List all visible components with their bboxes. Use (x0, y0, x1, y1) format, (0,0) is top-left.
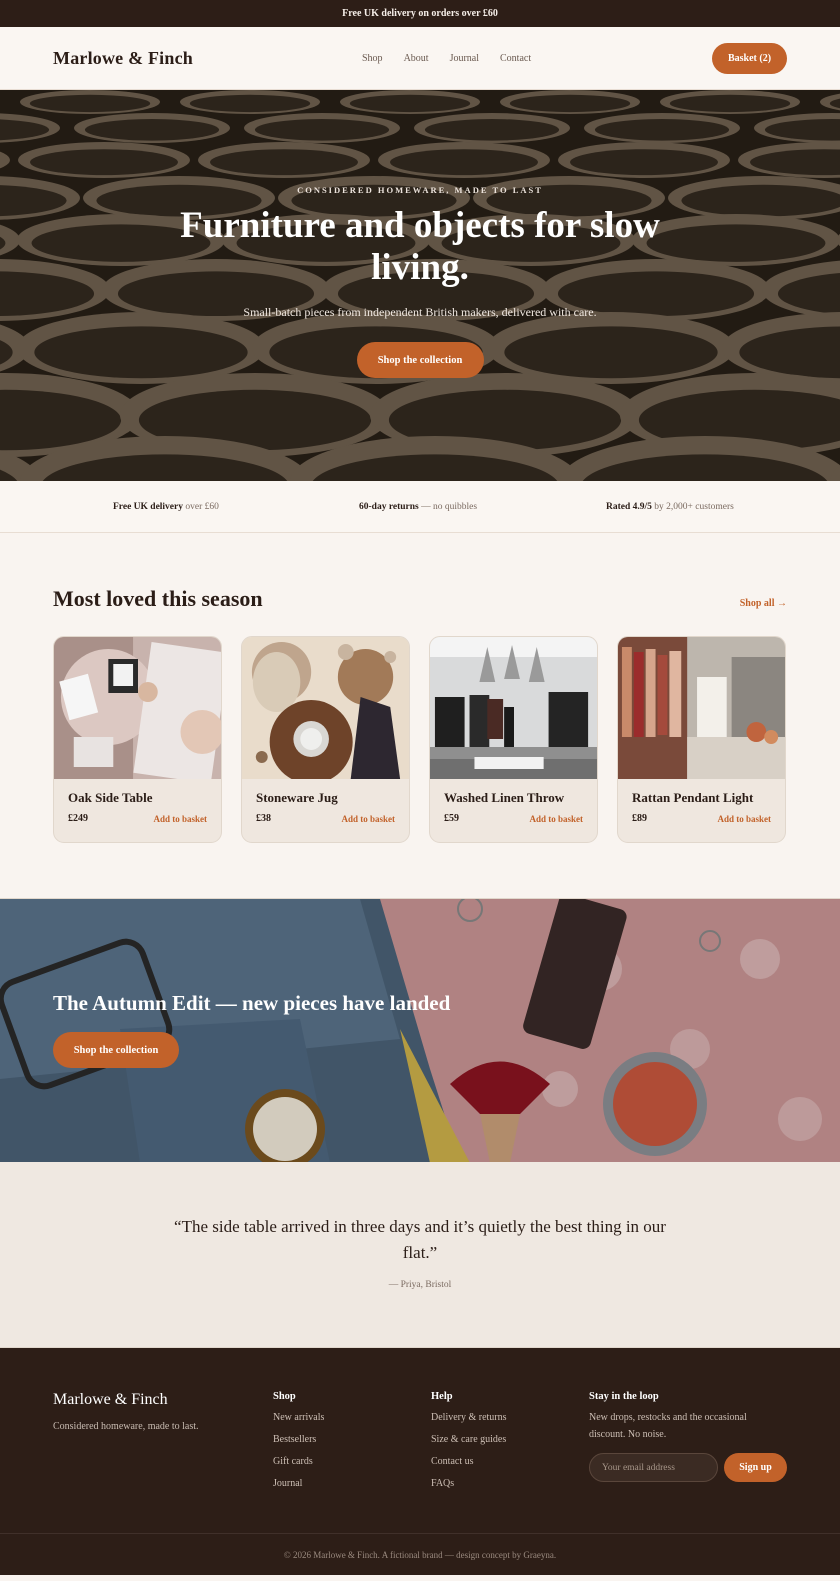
newsletter-form: Your email address Sign up (589, 1453, 787, 1482)
product-image-oak-side-table (54, 637, 221, 779)
footer-newsletter-column: Stay in the loop New drops, restocks and… (589, 1391, 787, 1482)
logo[interactable]: Marlowe & Finch (53, 48, 193, 69)
shop-all-link[interactable]: Shop all → (740, 598, 787, 609)
product-image-rattan-pendant-light (618, 637, 785, 779)
footer-link-journal[interactable]: Journal (273, 1477, 324, 1490)
product-card[interactable]: Oak Side Table £249 Add to basket (53, 636, 222, 843)
hero-title: Furniture and objects for slow living. (180, 205, 660, 288)
products-section: Most loved this season Shop all → Oak Si… (0, 533, 840, 898)
footer-shop-column: Shop New arrivals Bestsellers Gift cards… (273, 1391, 324, 1490)
announcement-text: Free UK delivery on orders over £60 (342, 8, 498, 19)
footer-link-delivery-returns[interactable]: Delivery & returns (431, 1411, 507, 1424)
nav-shop[interactable]: Shop (362, 53, 383, 64)
footer-help-column: Help Delivery & returns Size & care guid… (431, 1391, 507, 1490)
hero-content: CONSIDERED HOMEWARE, MADE TO LAST Furnit… (0, 185, 840, 378)
product-price: £89 (632, 813, 647, 824)
announcement-bar: Free UK delivery on orders over £60 (0, 0, 840, 27)
promo-cta-button[interactable]: Shop the collection (53, 1032, 179, 1068)
add-to-basket-button[interactable]: Add to basket (529, 814, 583, 824)
footer-link-contact[interactable]: Contact us (431, 1455, 507, 1468)
promo-banner: The Autumn Edit — new pieces have landed… (0, 898, 840, 1162)
footer-link-bestsellers[interactable]: Bestsellers (273, 1433, 324, 1446)
product-price: £59 (444, 813, 459, 824)
add-to-basket-button[interactable]: Add to basket (153, 814, 207, 824)
newsletter-text: New drops, restocks and the occasional d… (589, 1412, 747, 1440)
hero-cta-button[interactable]: Shop the collection (356, 342, 484, 378)
testimonial: “The side table arrived in three days an… (0, 1162, 840, 1348)
sign-up-button[interactable]: Sign up (724, 1453, 787, 1482)
nav-journal[interactable]: Journal (450, 53, 479, 64)
footer-shop-heading: Shop (273, 1391, 296, 1402)
product-name: Rattan Pendant Light (632, 790, 754, 805)
site-header: Marlowe & Finch Shop About Journal Conta… (0, 27, 840, 90)
footer-logo[interactable]: Marlowe & Finch (53, 1391, 199, 1409)
product-image-stoneware-jug (242, 637, 409, 779)
footer-link-gift-cards[interactable]: Gift cards (273, 1455, 324, 1468)
nav-contact[interactable]: Contact (500, 53, 531, 64)
trust-returns: 60-day returns — no quibbles (359, 501, 478, 512)
footer-brand-column: Marlowe & Finch Considered homeware, mad… (53, 1391, 199, 1432)
hero: CONSIDERED HOMEWARE, MADE TO LAST Furnit… (0, 90, 840, 481)
main-nav: Shop About Journal Contact (362, 27, 552, 90)
product-grid: Oak Side Table £249 Add to basket Stonew… (53, 636, 787, 843)
basket-button[interactable]: Basket (2) (712, 42, 787, 74)
footer-tagline: Considered homeware, made to last. (53, 1421, 199, 1432)
trust-rating: Rated 4.9/5 by 2,000+ customers (606, 501, 734, 512)
product-price: £249 (68, 813, 88, 824)
site-footer: Marlowe & Finch Considered homeware, mad… (0, 1348, 840, 1575)
product-card[interactable]: Washed Linen Throw £59 Add to basket (429, 636, 598, 843)
testimonial-author: — Priya, Bristol (388, 1280, 452, 1290)
add-to-basket-button[interactable]: Add to basket (341, 814, 395, 824)
nav-about[interactable]: About (404, 53, 429, 64)
product-name: Oak Side Table (68, 790, 153, 805)
product-name: Washed Linen Throw (444, 790, 565, 805)
copyright: © 2026 Marlowe & Finch. A fictional bran… (0, 1533, 840, 1575)
hero-subtitle: Small-batch pieces from independent Brit… (243, 305, 597, 319)
trust-bar: Free UK delivery over £60 60-day returns… (0, 481, 840, 533)
email-input[interactable]: Your email address (589, 1453, 718, 1482)
product-card[interactable]: Rattan Pendant Light £89 Add to basket (617, 636, 786, 843)
product-price: £38 (256, 813, 271, 824)
product-name: Stoneware Jug (256, 790, 338, 805)
footer-link-faqs[interactable]: FAQs (431, 1477, 507, 1490)
footer-link-size-care[interactable]: Size & care guides (431, 1433, 507, 1446)
product-card[interactable]: Stoneware Jug £38 Add to basket (241, 636, 410, 843)
testimonial-quote: “The side table arrived in three days an… (174, 1217, 666, 1262)
product-image-washed-linen-throw (430, 637, 597, 779)
products-header: Most loved this season Shop all → (53, 586, 787, 612)
promo-title: The Autumn Edit — new pieces have landed (53, 991, 451, 1015)
promo-content: The Autumn Edit — new pieces have landed… (53, 991, 450, 1068)
section-title: Most loved this season (53, 586, 263, 611)
footer-help-heading: Help (431, 1391, 453, 1402)
trust-delivery: Free UK delivery over £60 (113, 501, 219, 512)
footer-link-new-arrivals[interactable]: New arrivals (273, 1411, 324, 1424)
add-to-basket-button[interactable]: Add to basket (717, 814, 771, 824)
hero-eyebrow: CONSIDERED HOMEWARE, MADE TO LAST (297, 185, 543, 195)
newsletter-heading: Stay in the loop (589, 1391, 659, 1402)
